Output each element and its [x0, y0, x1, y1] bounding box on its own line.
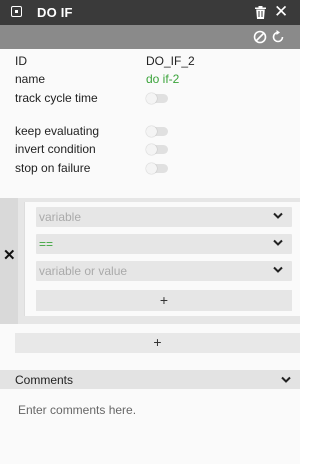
reset-icon[interactable] — [271, 30, 285, 44]
name-value[interactable]: do if-2 — [146, 72, 179, 86]
track-cycle-time-label: track cycle time — [15, 91, 98, 105]
node-toolbar — [0, 25, 300, 49]
condition-block: ✕ variable == variable or value + — [0, 198, 300, 324]
properties-section: ID DO_IF_2 name do if-2 track cycle time… — [0, 49, 300, 199]
keep-evaluating-label: keep evaluating — [15, 124, 100, 138]
keep-evaluating-toggle[interactable] — [146, 126, 168, 137]
name-label: name — [15, 72, 46, 86]
add-term-button[interactable]: + — [36, 290, 292, 311]
stop-on-failure-toggle[interactable] — [146, 163, 168, 174]
comments-header[interactable]: Comments — [0, 370, 300, 389]
condition-side-strip: ✕ — [0, 198, 18, 324]
right-operand-placeholder: variable or value — [39, 264, 128, 278]
panel-title: DO IF — [37, 5, 73, 20]
node-icon — [11, 6, 22, 17]
chevron-down-icon — [273, 212, 283, 219]
right-operand-select[interactable]: variable or value — [36, 261, 292, 281]
remove-condition-button[interactable]: ✕ — [3, 246, 16, 264]
close-icon[interactable]: ✕ — [274, 3, 288, 20]
track-cycle-time-toggle[interactable] — [146, 93, 168, 104]
invert-condition-label: invert condition — [15, 142, 96, 156]
operator-select[interactable]: == — [36, 234, 292, 254]
left-operand-placeholder: variable — [39, 210, 82, 224]
condition-editor: variable == variable or value + — [24, 202, 300, 316]
comments-textarea[interactable]: Enter comments here. — [0, 389, 300, 464]
stop-on-failure-label: stop on failure — [15, 161, 91, 175]
operator-value: == — [39, 237, 54, 251]
trash-icon[interactable] — [255, 6, 266, 19]
id-label: ID — [15, 54, 27, 68]
chevron-down-icon — [273, 239, 283, 246]
add-condition-button[interactable]: + — [15, 333, 300, 353]
title-bar: DO IF ✕ — [0, 0, 300, 25]
node-properties-panel: DO IF ✕ ID DO_IF_2 name do if-2 track cy… — [0, 0, 300, 464]
comments-placeholder: Enter comments here. — [18, 403, 137, 417]
disable-icon[interactable] — [253, 30, 267, 44]
id-value: DO_IF_2 — [146, 54, 195, 68]
left-operand-select[interactable]: variable — [36, 207, 292, 227]
chevron-down-icon — [273, 266, 283, 273]
comments-title: Comments — [15, 373, 74, 387]
invert-condition-toggle[interactable] — [146, 144, 168, 155]
chevron-down-icon[interactable] — [281, 376, 291, 384]
